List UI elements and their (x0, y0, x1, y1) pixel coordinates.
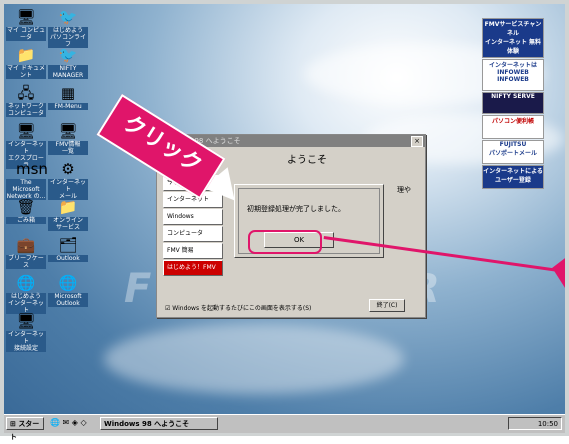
start-label: スタート (10, 420, 40, 441)
ad-line: INFOWEB (497, 76, 529, 83)
ad-line: パソポートメール (488, 150, 537, 157)
ad-line: インターネットはINFOWEB (488, 62, 537, 76)
side-menu-item[interactable]: FMV 簡易 (163, 243, 223, 259)
desktop-icon-label: はじめよう パソコンライフ (48, 27, 88, 48)
desktop-icon[interactable]: 💼 ブリーフケース (6, 236, 46, 269)
side-menu-item[interactable]: Windows (163, 209, 223, 225)
ad-line: ユーザー登録 (495, 177, 531, 184)
desktop-icon-image: 🖥 (16, 312, 36, 330)
ad-banner[interactable]: FMVサービスチャンネル インターネット 無料体験 (482, 18, 544, 58)
desktop-icon-image: msn (16, 160, 48, 178)
welcome-heading: ようこそ (287, 155, 327, 166)
start-button[interactable]: ⊞ スタート (6, 417, 44, 441)
side-menu-item[interactable]: はじめよう！FMV (163, 260, 223, 276)
startup-checkbox[interactable]: ☑ Windows を起動するたびにこの画面を表示する(S) (165, 303, 311, 312)
desktop-icon[interactable]: 🐦 はじめよう パソコンライフ (48, 8, 88, 48)
side-menu-item[interactable]: コンピュータ (163, 226, 223, 242)
taskbar: ⊞ スタート 🌐 ✉ ◈ ◇ Windows 98 へようこそ 10:50 (4, 414, 565, 441)
desktop-icon-image: 📁 (16, 46, 36, 64)
ad-banner[interactable]: インターネットはINFOWEB INFOWEB (482, 59, 544, 91)
system-tray: 10:50 (508, 417, 562, 430)
desktop-icon[interactable]: ⚙ インターネット メール (48, 160, 88, 200)
desktop-icon[interactable]: 🗑 ごみ箱 (6, 198, 46, 224)
ad-banner[interactable]: パソコン便利帳 (482, 115, 544, 139)
desktop-icon-image: 🌐 (58, 274, 78, 292)
close-icon[interactable]: × (411, 136, 423, 147)
desktop-icon[interactable]: msn The Microsoft Network の... (6, 160, 48, 200)
desktop-icon-label: はじめよう インターネット (6, 293, 46, 314)
desktop-icon-image: 🌐 (16, 274, 36, 292)
close-button[interactable]: 終了(C) (369, 299, 405, 312)
desktop-icon-image: 🗑 (16, 198, 36, 216)
desktop-icon-image: 🗂 (58, 236, 78, 254)
desktop-icon-label: インターネット メール (48, 179, 88, 200)
desktop-icon-label: Outlook (48, 255, 88, 262)
wallpaper-logo: F (124, 266, 152, 312)
desktop-icon[interactable]: 🖥 インターネット 接続設定 (6, 312, 46, 352)
desktop-icon[interactable]: 🖧 ネットワーク コンピュータ (6, 84, 46, 117)
desktop-icon[interactable]: ▦ FM-Menu (48, 84, 88, 110)
desktop-icon-image: 🖥 (16, 122, 36, 140)
desktop-icon-image: 📁 (58, 198, 78, 216)
desktop-icon[interactable]: 📁 マイ ドキュメント (6, 46, 46, 79)
ok-highlight-ring (248, 230, 322, 254)
desktop-icon-image: 🐦 (58, 46, 78, 64)
desktop-icon-image: 🖥 (58, 122, 78, 140)
desktop-icon-label: オンライン サービス (48, 217, 88, 231)
desktop-icon[interactable]: 🌐 Microsoft Outlook (48, 274, 88, 307)
desktop-icon-label: Microsoft Outlook (48, 293, 88, 307)
desktop: F R 🖥マイ コンピュータ🐦はじめよう パソコンライフ📁マイ ドキュメント🐦N… (4, 4, 565, 414)
desktop-icon-label: FM-Menu (48, 103, 88, 110)
ad-line: パソコン便利帳 (491, 118, 534, 125)
desktop-icon-label: ブリーフケース (6, 255, 46, 269)
ad-line: インターネットによる (483, 168, 543, 175)
desktop-icon[interactable]: 🖥 マイ コンピュータ (6, 8, 46, 41)
desktop-icon[interactable]: 🌐 はじめよう インターネット (6, 274, 46, 314)
desktop-icon[interactable]: 🐦 NIFTY MANAGER (48, 46, 88, 79)
ad-line: インターネット 無料体験 (484, 39, 542, 55)
ad-line: FUJITSU (499, 141, 527, 148)
ad-banner[interactable]: インターネットによる ユーザー登録 (482, 165, 544, 189)
cloud-decoration (104, 324, 404, 394)
desktop-icon-image: ▦ (60, 84, 76, 102)
desktop-icon-image: ⚙ (61, 160, 75, 178)
desktop-icon[interactable]: 🖥 FMV情報 一覧 (48, 122, 88, 155)
ad-banner[interactable]: FUJITSU パソポートメール (482, 140, 544, 164)
ad-line: FMVサービスチャンネル (484, 21, 542, 37)
desktop-icon-label: ごみ箱 (6, 217, 46, 224)
ad-banner[interactable]: NIFTY SERVE (482, 92, 544, 114)
desktop-icon-label: マイ コンピュータ (6, 27, 46, 41)
desktop-icon-label: ネットワーク コンピュータ (6, 103, 46, 117)
desktop-icon-image: 💼 (16, 236, 36, 254)
ad-line: NIFTY SERVE (491, 93, 535, 100)
dialog-message: 初期登録処理が完了しました。 (247, 205, 345, 213)
partial-text: 理や (397, 186, 411, 194)
desktop-icon-label: FMV情報 一覧 (48, 141, 88, 155)
startup-checkbox-label: Windows を起動するたびにこの画面を表示する(S) (172, 305, 312, 312)
screenshot-frame: F R 🖥マイ コンピュータ🐦はじめよう パソコンライフ📁マイ ドキュメント🐦N… (0, 0, 569, 441)
desktop-icon[interactable]: 🗂 Outlook (48, 236, 88, 262)
quick-launch-icons[interactable]: 🌐 ✉ ◈ ◇ (50, 418, 87, 427)
clock: 10:50 (537, 420, 558, 428)
desktop-icon-label: NIFTY MANAGER (48, 65, 88, 79)
taskbar-welcome-task[interactable]: Windows 98 へようこそ (100, 417, 218, 430)
desktop-icon-image: 🐦 (58, 8, 78, 26)
desktop-icon-label: The Microsoft Network の... (6, 179, 46, 200)
desktop-icon-label: マイ ドキュメント (6, 65, 46, 79)
desktop-icon-image: 🖥 (16, 8, 36, 26)
desktop-icon[interactable]: 📁 オンライン サービス (48, 198, 88, 231)
desktop-icon-label: インターネット 接続設定 (6, 331, 46, 352)
desktop-icon-image: 🖧 (17, 84, 35, 102)
